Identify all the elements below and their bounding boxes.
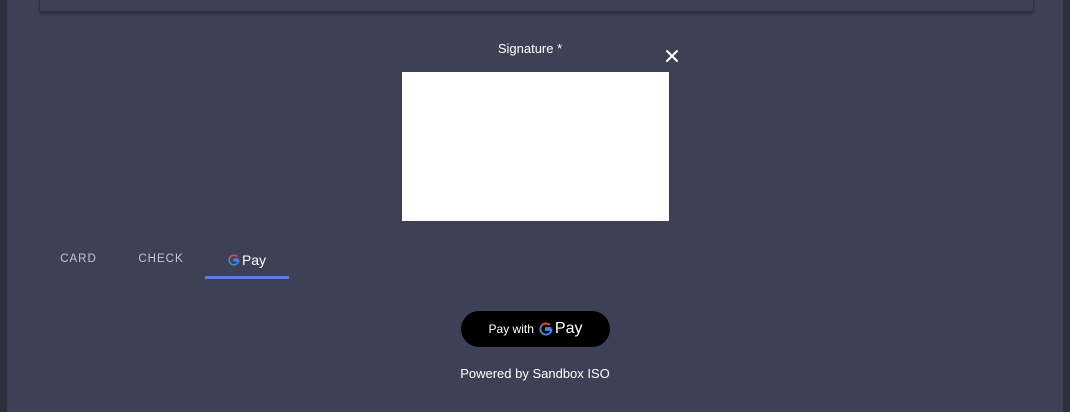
- google-g-icon: [539, 322, 553, 336]
- pay-button-prefix: Pay with: [488, 322, 534, 336]
- left-edge: [0, 0, 7, 412]
- tab-check[interactable]: CHECK: [121, 243, 201, 276]
- close-icon[interactable]: [662, 46, 682, 66]
- signature-label: Signature *: [497, 41, 563, 56]
- powered-by-text: Powered by Sandbox ISO: [460, 366, 610, 381]
- top-panel: [39, 0, 1034, 12]
- tab-google-pay-label: Pay: [241, 251, 267, 268]
- right-edge: [1063, 0, 1070, 412]
- google-pay-button[interactable]: Pay with Pay: [461, 311, 610, 347]
- signature-pad[interactable]: [402, 72, 669, 221]
- google-g-icon: [228, 254, 240, 266]
- tab-google-pay[interactable]: Pay: [205, 243, 289, 279]
- tab-card[interactable]: CARD: [40, 243, 117, 276]
- pay-button-brand-word: Pay: [554, 320, 583, 337]
